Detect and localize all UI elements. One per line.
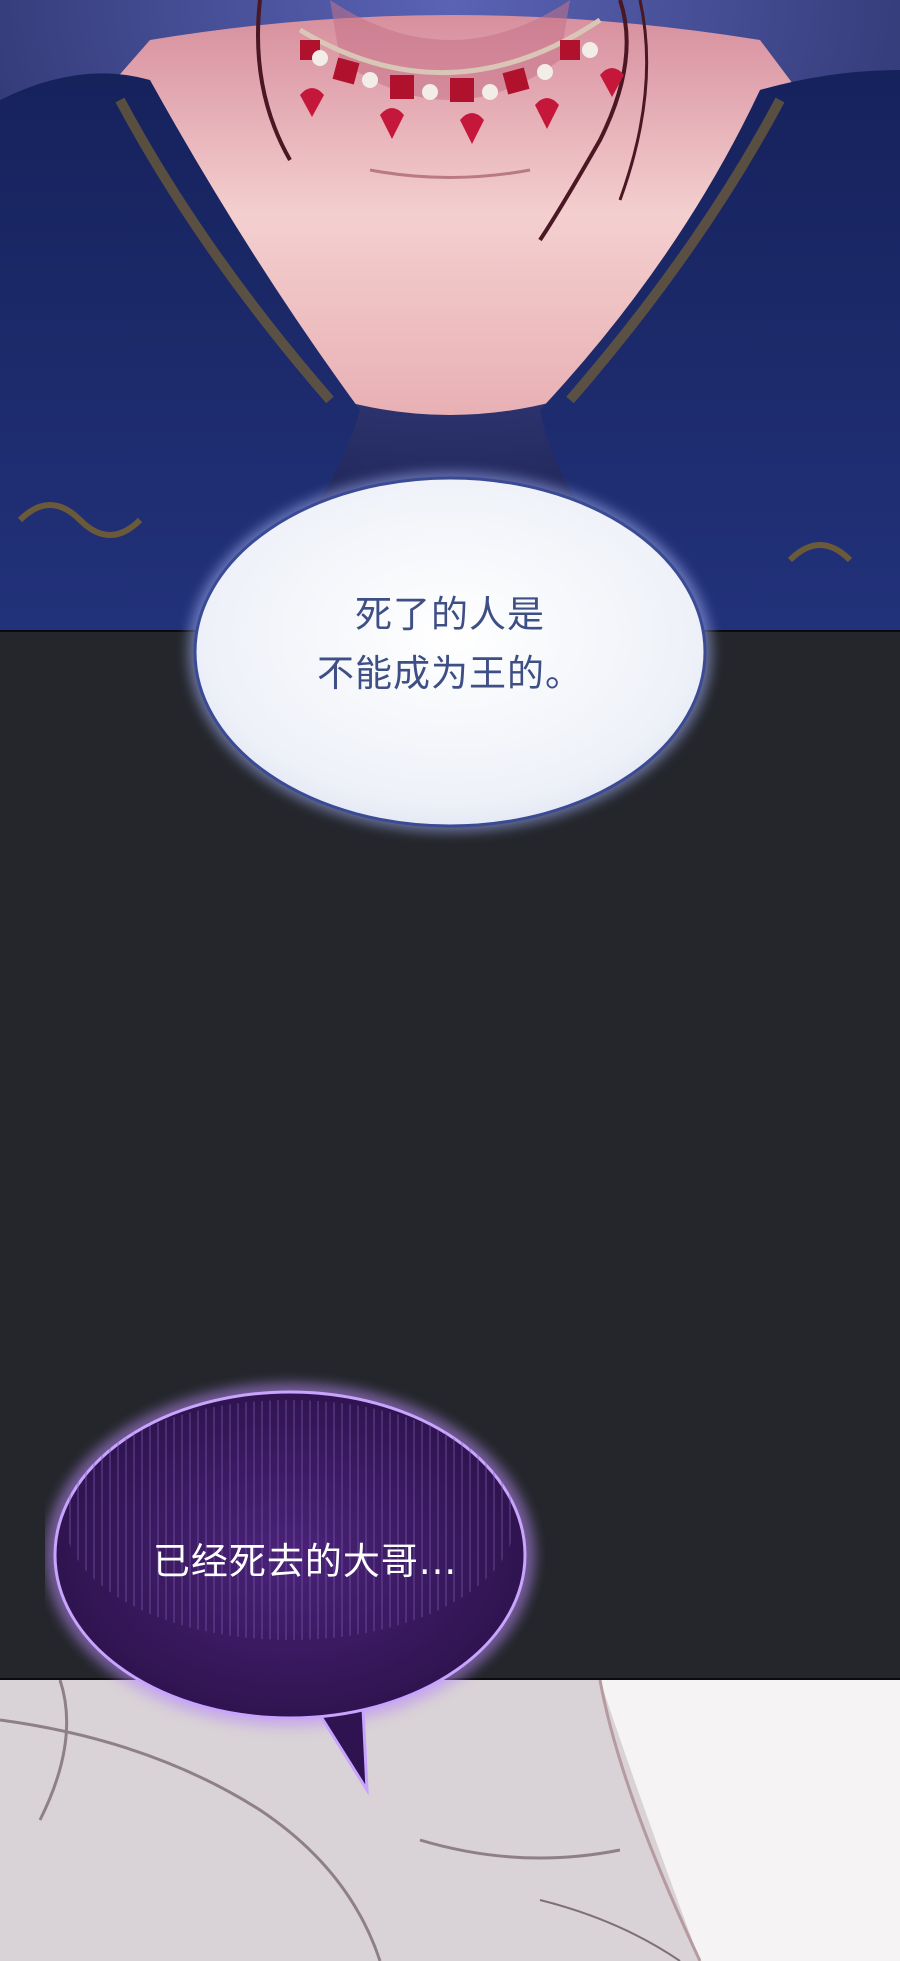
speech-bubble-1-line-2: 不能成为王的。 xyxy=(317,652,583,696)
speech-bubble-2-text: 已经死去的大哥... xyxy=(152,1540,458,1583)
speech-bubble-1-line-1: 死了的人是 xyxy=(355,593,545,636)
speech-bubble-1-text: 死了的人是 不能成为王的。 xyxy=(180,585,720,703)
